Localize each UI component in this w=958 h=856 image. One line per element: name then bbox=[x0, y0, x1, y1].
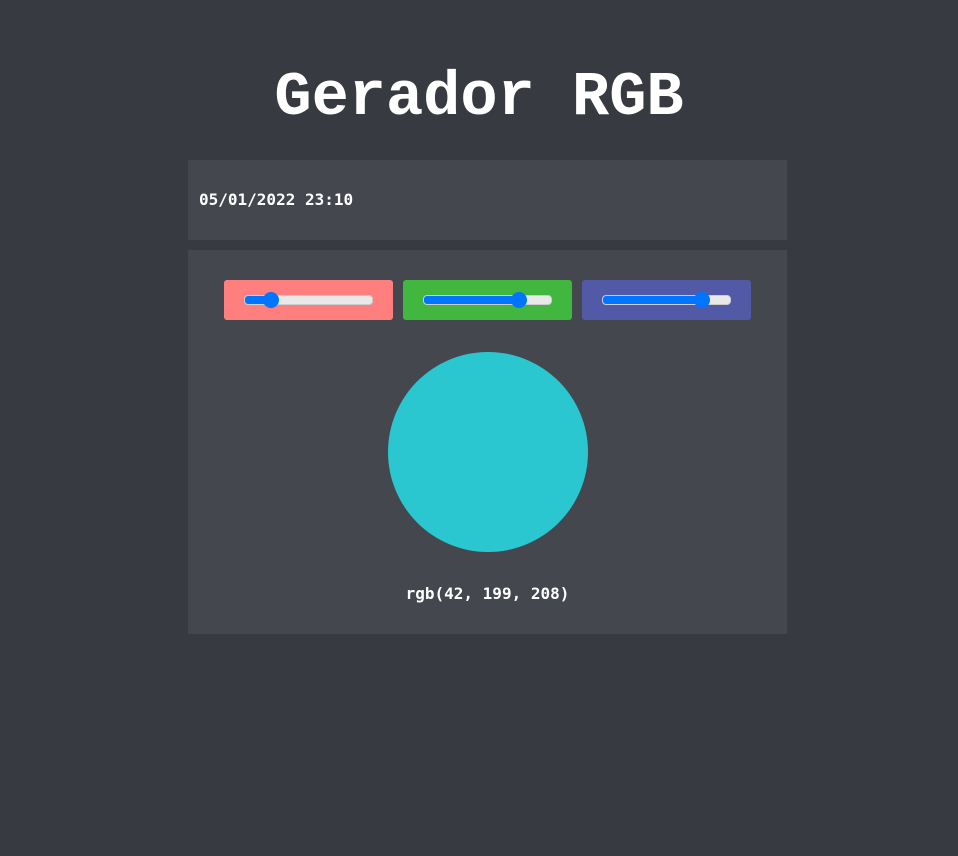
color-panel: rgb(42, 199, 208) bbox=[188, 250, 787, 634]
datetime-panel: 05/01/2022 23:10 bbox=[188, 160, 787, 240]
green-slider-box bbox=[403, 280, 572, 320]
rgb-value-text: rgb(42, 199, 208) bbox=[405, 584, 570, 603]
blue-slider[interactable] bbox=[602, 295, 731, 305]
green-slider[interactable] bbox=[423, 295, 552, 305]
color-preview-circle bbox=[388, 352, 588, 552]
red-slider-box bbox=[224, 280, 393, 320]
red-slider[interactable] bbox=[244, 295, 373, 305]
datetime-text: 05/01/2022 23:10 bbox=[199, 190, 354, 209]
blue-slider-box bbox=[582, 280, 751, 320]
page-title: Gerador RGB bbox=[274, 62, 684, 133]
